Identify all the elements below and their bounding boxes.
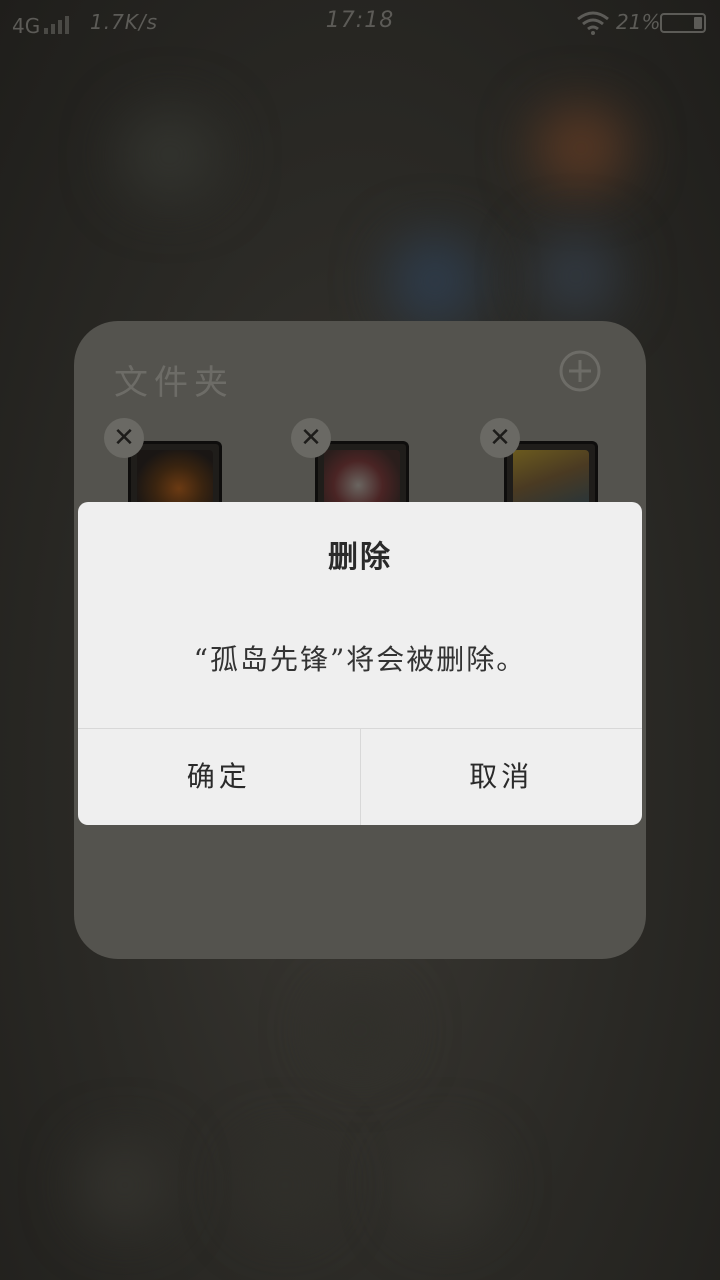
wifi-icon — [577, 11, 609, 35]
blurred-app-icon — [120, 110, 220, 200]
dialog-actions: 确定 取消 — [78, 728, 642, 825]
status-bar: 4G 1.7K/s 17:18 21% — [0, 0, 720, 46]
blurred-app-icon — [390, 236, 480, 326]
confirm-button[interactable]: 确定 — [78, 729, 360, 825]
battery-percent: 21% — [616, 10, 661, 34]
folder-title[interactable]: 文件夹 — [114, 355, 234, 404]
delete-confirm-dialog: 删除 “孤岛先锋”将会被删除。 确定 取消 — [78, 502, 642, 825]
cancel-button[interactable]: 取消 — [359, 729, 643, 825]
battery-icon — [660, 13, 706, 33]
blurred-app-icon — [536, 108, 626, 188]
blurred-dock-icon — [240, 1140, 330, 1230]
blurred-app-icon — [536, 236, 616, 316]
blurred-app-icon — [320, 990, 400, 1070]
battery-fill — [694, 17, 702, 29]
remove-app-1-button[interactable]: ✕ — [104, 418, 144, 458]
add-app-icon[interactable] — [558, 349, 602, 393]
blurred-dock-icon — [80, 1140, 170, 1230]
dialog-title: 删除 — [328, 540, 392, 575]
clock: 17:18 — [325, 8, 395, 33]
dialog-message: “孤岛先锋”将会被删除。 — [193, 643, 527, 676]
remove-app-2-button[interactable]: ✕ — [291, 418, 331, 458]
blurred-dock-icon — [400, 1140, 490, 1230]
remove-app-3-button[interactable]: ✕ — [480, 418, 520, 458]
